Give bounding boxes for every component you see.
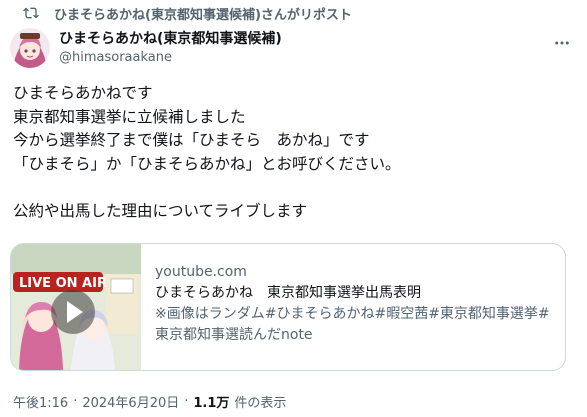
card-title: ひまそらあかね 東京都知事選挙出馬表明 xyxy=(155,285,421,301)
author-handle[interactable]: @himasoraakane xyxy=(59,49,282,67)
meta-separator: · xyxy=(73,394,78,409)
repost-icon xyxy=(22,4,40,22)
tweet-time[interactable]: 午後1:16 xyxy=(13,392,68,411)
views-label: 件の表示 xyxy=(234,396,287,411)
repost-text[interactable]: ひまそらあかね(東京都知事選候補)さんがリポスト xyxy=(54,4,352,23)
meta-separator: · xyxy=(184,394,189,409)
svg-text:LIVE ON AIR: LIVE ON AIR xyxy=(19,276,107,291)
tweet-line: ひまそらあかねです xyxy=(13,84,153,102)
tweet-line: 東京都知事選挙に立候補しました xyxy=(13,107,246,126)
tweet-header: ひまそらあかね(東京都知事選候補) @himasoraakane xyxy=(10,26,577,70)
more-icon[interactable] xyxy=(551,32,573,54)
link-card[interactable]: LIVE ON AIR youtube.com ひまそらあかね 東京都知事選挙出… xyxy=(10,243,566,371)
card-domain: youtube.com xyxy=(155,264,247,280)
tweet-date[interactable]: 2024年6月20日 xyxy=(82,392,179,411)
tweet-text: ひまそらあかねです 東京都知事選挙に立候補しました 今から選挙終了まで僕は「ひま… xyxy=(13,82,573,223)
card-thumbnail[interactable]: LIVE ON AIR xyxy=(11,244,141,370)
avatar[interactable] xyxy=(10,28,50,68)
repost-indicator[interactable]: ひまそらあかね(東京都知事選候補)さんがリポスト xyxy=(22,3,352,23)
tweet-line: 「ひまそら」か「ひまそらあかね」とお呼びください。 xyxy=(13,154,401,173)
card-description: ※画像はランダム#ひまそらあかね#暇空茜#東京都知事選挙#東京都知事選読んだno… xyxy=(155,306,550,343)
tweet-line: 今から選挙終了まで僕は「ひまそら あかね」です xyxy=(13,131,370,149)
tweet-line: 公約や出馬した理由についてライブします xyxy=(13,201,308,220)
author-display-name[interactable]: ひまそらあかね(東京都知事選候補) xyxy=(59,30,282,49)
views-count: 1.1万 xyxy=(193,396,230,411)
tweet-meta: 午後1:16 · 2024年6月20日 · 1.1万 件の表示 xyxy=(13,392,286,411)
